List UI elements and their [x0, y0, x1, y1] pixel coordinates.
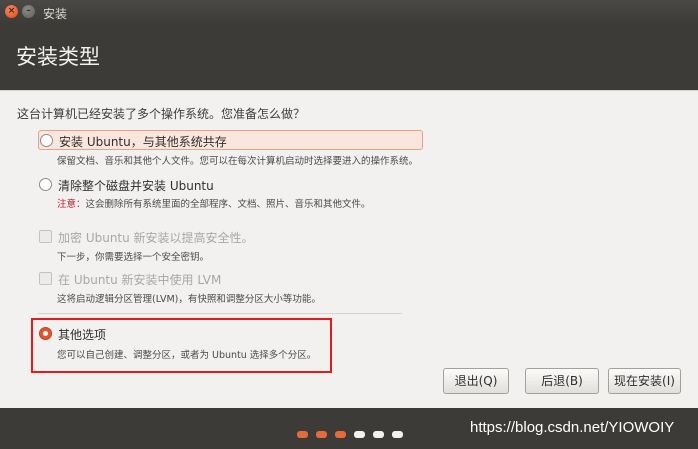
progress-step-dot: [335, 431, 346, 438]
progress-step-dot: [373, 431, 384, 438]
page-title: 安装类型: [16, 45, 100, 69]
option-description: 注意：这会删除所有系统里面的全部程序、文档、照片、音乐和其他文件。: [57, 196, 371, 210]
option-description: 下一步，你需要选择一个安全密钥。: [57, 252, 210, 263]
minimize-icon[interactable]: –: [22, 5, 35, 18]
progress-step-dot: [354, 431, 365, 438]
content-panel: 这台计算机已经安装了多个操作系统。您准备怎么做？ 安装 Ubuntu，与其他系统…: [0, 90, 698, 408]
question-text: 这台计算机已经安装了多个操作系统。您准备怎么做？: [17, 107, 306, 121]
warning-label: 注意：: [57, 199, 86, 210]
annotation-highlight-box: [31, 318, 332, 373]
progress-step-dot: [316, 431, 327, 438]
option-lvm: 在 Ubuntu 新安装中使用 LVM: [38, 269, 423, 289]
footer: https://blog.csdn.net/YIOWOIY: [0, 408, 698, 449]
option-description: 保留文档、音乐和其他个人文件。您可以在每次计算机启动时选择要进入的操作系统。: [57, 156, 419, 167]
close-icon[interactable]: ×: [5, 5, 18, 18]
progress-step-dot: [297, 431, 308, 438]
page-header: 安装类型: [0, 24, 698, 90]
watermark: https://blog.csdn.net/YIOWOIY: [470, 419, 675, 436]
option-label: 清除整个磁盘并安装 Ubuntu: [58, 179, 214, 193]
back-button[interactable]: 后退(B): [525, 368, 599, 394]
option-erase-disk[interactable]: 清除整个磁盘并安装 Ubuntu: [38, 175, 423, 195]
option-label: 加密 Ubuntu 新安装以提高安全性。: [58, 231, 254, 245]
option-description: 这将启动逻辑分区管理(LVM)，有快照和调整分区大小等功能。: [57, 294, 321, 305]
radio-button[interactable]: [40, 134, 53, 147]
option-label: 在 Ubuntu 新安装中使用 LVM: [58, 273, 222, 287]
window-title: 安装: [43, 7, 68, 21]
title-bar: × – 安装: [0, 0, 698, 24]
install-now-button[interactable]: 现在安装(I): [608, 368, 681, 394]
option-label: 安装 Ubuntu，与其他系统共存: [59, 135, 227, 149]
checkbox: [39, 272, 52, 285]
option-install-alongside[interactable]: 安装 Ubuntu，与其他系统共存: [38, 130, 423, 150]
checkbox: [39, 230, 52, 243]
warning-text: 这会删除所有系统里面的全部程序、文档、照片、音乐和其他文件。: [85, 199, 371, 210]
progress-step-dot: [392, 431, 403, 438]
quit-button[interactable]: 退出(Q): [443, 368, 509, 394]
divider: [38, 313, 402, 314]
radio-button[interactable]: [39, 178, 52, 191]
option-encrypt: 加密 Ubuntu 新安装以提高安全性。: [38, 227, 423, 247]
